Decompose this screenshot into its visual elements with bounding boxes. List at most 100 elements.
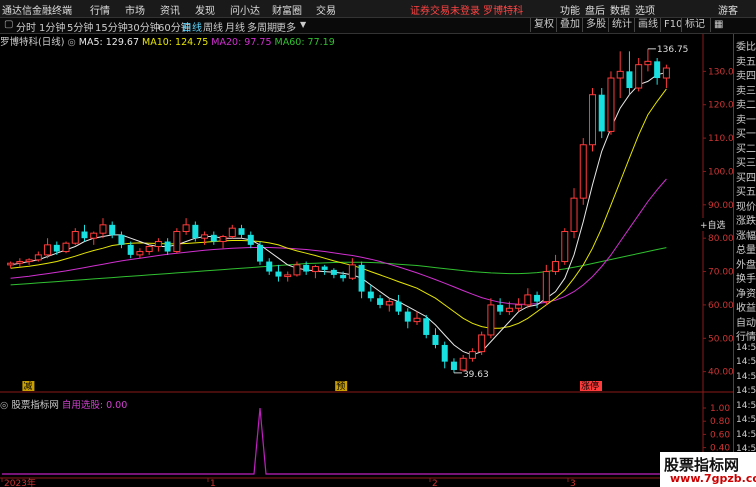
candle[interactable] [275, 264, 282, 282]
candle[interactable] [644, 48, 652, 72]
candle[interactable] [524, 288, 532, 309]
candle[interactable] [7, 261, 15, 269]
candlestick-chart[interactable]: 130.0 120.0 110.0 100.0 90.00 80.00 70.00 60.00… [0, 0, 733, 487]
candle[interactable] [348, 258, 356, 280]
candle-body [210, 234, 217, 242]
side-panel-label: 总量 [736, 245, 756, 256]
candle[interactable] [478, 331, 486, 355]
candle[interactable] [173, 228, 181, 254]
candle[interactable] [25, 258, 33, 265]
candle[interactable] [404, 308, 411, 329]
candle-body [404, 311, 411, 322]
candle[interactable] [598, 88, 605, 139]
candle[interactable] [385, 298, 393, 312]
candle[interactable] [256, 241, 263, 265]
y-tick-label: 130.0 [708, 67, 733, 77]
candle[interactable] [432, 328, 439, 349]
signal-line [2, 407, 703, 475]
y-tick-label: 110.0 [708, 134, 733, 144]
candle[interactable] [395, 294, 402, 315]
candle-body [515, 304, 523, 309]
candle[interactable] [662, 64, 670, 89]
candle[interactable] [136, 248, 144, 259]
candle[interactable] [145, 244, 153, 255]
candle[interactable] [441, 341, 448, 369]
side-panel-label: 涨跌 [736, 216, 756, 227]
side-panel-label: 净资 [736, 288, 756, 300]
candle[interactable] [413, 311, 421, 325]
candle[interactable] [164, 238, 171, 255]
candle-body [478, 334, 486, 353]
candle[interactable] [210, 231, 217, 245]
candle[interactable] [607, 71, 615, 135]
candle[interactable] [654, 58, 661, 85]
candle-body [616, 70, 624, 79]
candle[interactable] [626, 51, 633, 95]
x-tick-label: 2023年 [4, 477, 36, 487]
candle[interactable] [377, 294, 384, 309]
candle[interactable] [154, 238, 162, 252]
candle-body [348, 264, 356, 279]
candle-body [201, 234, 209, 239]
candle[interactable] [515, 298, 523, 312]
candle[interactable] [182, 218, 190, 235]
candle-body [561, 231, 569, 263]
candle[interactable] [330, 268, 337, 279]
candle[interactable] [468, 348, 476, 362]
candle-body [81, 231, 88, 239]
candle[interactable] [219, 234, 227, 249]
watermark-url: www.7gpzb.com [670, 472, 756, 485]
candle-body [109, 224, 116, 235]
candle[interactable] [635, 58, 643, 92]
candle[interactable] [16, 258, 24, 267]
candle[interactable] [99, 218, 107, 239]
candle-body [579, 144, 587, 199]
candle[interactable] [118, 231, 125, 249]
candle[interactable] [561, 228, 569, 265]
candle[interactable] [570, 188, 578, 239]
candle-body [192, 224, 199, 239]
candle[interactable] [71, 228, 79, 245]
candle-body [219, 236, 227, 243]
candle[interactable] [423, 314, 430, 339]
candle[interactable] [284, 271, 292, 282]
add-watchlist-button[interactable]: +自选 [700, 218, 726, 231]
candle[interactable] [247, 231, 254, 249]
candle-body [487, 304, 495, 336]
side-panel-label: 14:50 [736, 429, 756, 440]
candle[interactable] [487, 298, 495, 339]
candle[interactable] [228, 224, 236, 239]
candle[interactable] [266, 258, 273, 275]
candle-body [459, 357, 467, 371]
candle[interactable] [34, 251, 42, 262]
candle-body [90, 232, 98, 239]
candle[interactable] [367, 284, 374, 302]
candle[interactable] [127, 241, 134, 259]
candle-body [358, 264, 365, 292]
candle-body [62, 242, 70, 253]
candle[interactable] [450, 358, 457, 373]
candle-body [284, 274, 292, 278]
candle[interactable] [321, 264, 328, 275]
candle[interactable] [311, 264, 319, 279]
candle[interactable] [90, 231, 98, 245]
candle-body [505, 307, 513, 313]
side-panel-label: 14:50 [736, 342, 756, 353]
side-panel-label: 14:50 [736, 371, 756, 382]
candle-body [16, 261, 24, 264]
candle[interactable] [579, 138, 587, 205]
candle-body [44, 244, 52, 256]
candle[interactable] [588, 88, 596, 152]
candle[interactable] [616, 51, 624, 99]
candle[interactable] [238, 224, 245, 239]
candle[interactable] [358, 261, 365, 299]
side-panel-label: 自动 [736, 317, 756, 329]
candle-body [311, 266, 319, 273]
candle-body [303, 264, 310, 272]
candle[interactable] [497, 298, 504, 315]
candle[interactable] [44, 238, 52, 259]
candle[interactable] [81, 224, 88, 242]
candle[interactable] [552, 254, 560, 275]
side-panel-label: 卖一 [736, 114, 756, 126]
candle[interactable] [62, 241, 70, 254]
